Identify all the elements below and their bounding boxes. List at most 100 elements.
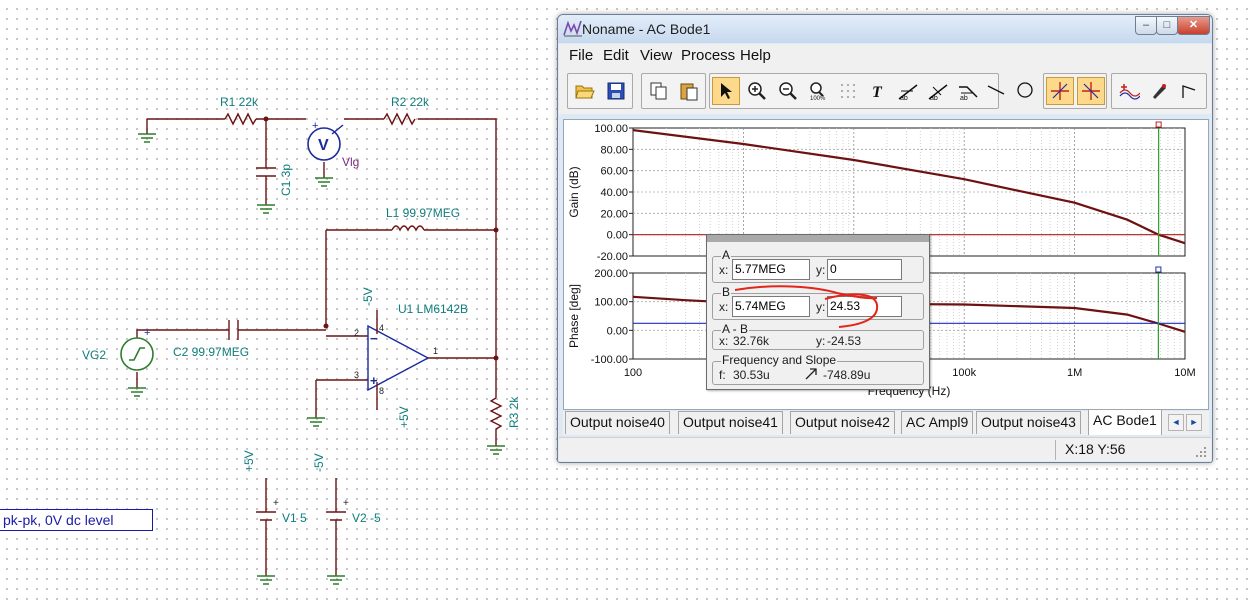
tab-scroll-left-icon[interactable]: ◄: [1168, 414, 1184, 431]
svg-text:+: +: [343, 498, 349, 509]
gain-ytick-label-0: 100.00: [594, 123, 628, 135]
menu-process[interactable]: Process: [681, 47, 735, 64]
arrow-icon[interactable]: [1175, 77, 1203, 105]
svg-text:+: +: [370, 373, 378, 388]
bode-plot-area[interactable]: 100.00 80.00 60.00 40.00 20.00 0.00 -20.00 Gain…: [563, 119, 1209, 410]
window-title: Noname - AC Bode1: [582, 21, 711, 37]
svg-text:V: V: [318, 137, 329, 154]
menu-help[interactable]: Help: [740, 47, 771, 64]
v1-rail-label: +5V: [242, 450, 256, 472]
output-tabs: Output noise40 Output noise41 Output noi…: [563, 409, 1209, 435]
svg-text:1: 1: [433, 346, 438, 356]
r2-label: R2 22k: [391, 95, 430, 109]
svg-text:T: T: [872, 84, 883, 100]
menu-bar: File Edit View Process Help: [559, 44, 1211, 68]
svg-text:ab: ab: [900, 95, 908, 101]
gain-ytick-label-1: 80.00: [600, 144, 628, 156]
toolbar-group-drawing: [1111, 73, 1207, 109]
gain-ytick-label-5: 0.00: [607, 230, 628, 242]
grid-icon[interactable]: [834, 77, 862, 105]
gain-cursor-handle-0: [1155, 121, 1162, 128]
tab-ac-bode1[interactable]: AC Bode1: [1088, 409, 1162, 435]
svg-text:ab: ab: [960, 95, 968, 101]
tab-output-noise41[interactable]: Output noise41: [678, 411, 783, 434]
cursor-marker-icon[interactable]: [1046, 77, 1074, 105]
ac-bode-window[interactable]: Noname - AC Bode1 ‒ □ ✕ File Edit View P…: [557, 14, 1213, 463]
status-separator: [1055, 440, 1056, 460]
x-tick-label-5: 10M: [1174, 367, 1195, 379]
svg-text:+: +: [144, 327, 150, 339]
copy-icon[interactable]: [645, 77, 673, 105]
toolbar: 100% T ab ab ab: [559, 68, 1211, 114]
tab-output-noise42[interactable]: Output noise42: [790, 411, 895, 434]
plus5-label: +5V: [397, 406, 411, 428]
cursor-marker-2-icon[interactable]: [1077, 77, 1105, 105]
toolbar-group-clipboard: [641, 73, 706, 109]
phase-ytick-label-2: 0.00: [607, 325, 628, 337]
pointer-icon[interactable]: [712, 77, 740, 105]
minimize-button[interactable]: ‒: [1135, 16, 1157, 35]
menu-file[interactable]: File: [569, 47, 593, 64]
svg-text:−: −: [370, 331, 378, 346]
tab-ac-ampl9[interactable]: AC Ampl9: [901, 411, 974, 434]
phase-ytick-label-3: -100.00: [591, 354, 628, 366]
x-tick-label-3: 100k: [952, 367, 976, 379]
c2-label: C2 99.97MEG: [173, 345, 249, 359]
gain-ytick-label-2: 60.00: [600, 166, 628, 178]
phase-ytick-label-0: 200.00: [594, 268, 628, 280]
status-coordinates: X:18 Y:56: [1065, 441, 1126, 457]
circle-icon[interactable]: [1011, 76, 1039, 104]
cursor-readout-panel[interactable]: A x: 5.77MEG y: 0 B x: 5.74MEG y: 24.53 …: [706, 234, 930, 390]
svg-text:ab: ab: [930, 95, 938, 101]
v1-label: V1 5: [282, 511, 307, 525]
phase-ytick-label-1: 100.00: [594, 297, 628, 309]
gain-ytick-label-3: 40.00: [600, 187, 628, 199]
tab-output-noise43[interactable]: Output noise43: [976, 411, 1081, 434]
line-icon[interactable]: [982, 76, 1010, 104]
zoom-out-icon[interactable]: [774, 77, 802, 105]
svg-text:100%: 100%: [810, 96, 826, 101]
phase-cursor-handle-0: [1155, 266, 1162, 273]
svg-text:4: 4: [379, 323, 384, 333]
tab-scroll-right-icon[interactable]: ►: [1186, 414, 1202, 431]
red-annotation-stroke: [734, 285, 879, 328]
signal-generator-vg2[interactable]: [120, 337, 154, 371]
cursor-a-icon[interactable]: ab: [894, 77, 922, 105]
vlg-label: Vlg: [342, 155, 359, 169]
svg-text:+: +: [312, 120, 318, 132]
menu-view[interactable]: View: [640, 47, 672, 64]
save-icon[interactable]: [602, 77, 630, 105]
gain-ytick-label-6: -20.00: [597, 251, 628, 263]
paste-icon[interactable]: [675, 77, 703, 105]
generator-note-box[interactable]: pk-pk, 0V dc level: [0, 509, 153, 531]
cursor-b-icon[interactable]: ab: [924, 77, 952, 105]
maximize-button[interactable]: □: [1156, 16, 1178, 35]
open-icon[interactable]: [571, 77, 599, 105]
gain-ytick-label-4: 20.00: [600, 208, 628, 220]
toolbar-group-tools: 100% T ab ab ab: [709, 73, 999, 109]
menu-edit[interactable]: Edit: [603, 47, 629, 64]
tab-output-noise40[interactable]: Output noise40: [565, 411, 670, 434]
c1-label: C1 3p: [279, 164, 293, 196]
l1-label: L1 99.97MEG: [386, 206, 460, 220]
cursor-c-icon[interactable]: ab: [954, 77, 982, 105]
toolbar-group-file: [567, 73, 633, 109]
vg2-label: VG2: [82, 348, 106, 362]
text-icon[interactable]: T: [864, 77, 892, 105]
pen-icon[interactable]: [1145, 77, 1173, 105]
title-bar[interactable]: Noname - AC Bode1 ‒ □ ✕: [558, 15, 1212, 43]
u1-label: U1 LM6142B: [398, 302, 468, 316]
toolbar-group-cursors: [1043, 73, 1107, 109]
v2-label: V2 -5: [352, 511, 381, 525]
zoom-100-icon[interactable]: 100%: [804, 77, 832, 105]
resize-grip-icon[interactable]: [1195, 446, 1207, 458]
zoom-in-icon[interactable]: [743, 77, 771, 105]
curves-icon[interactable]: [1115, 77, 1143, 105]
minus5-label: -5V: [361, 287, 375, 306]
r1-label: R1 22k: [220, 95, 259, 109]
close-button[interactable]: ✕: [1177, 16, 1210, 35]
gain-ylabel: Gain (dB): [567, 166, 581, 217]
phase-ylabel: Phase [deg]: [567, 284, 581, 348]
svg-text:3: 3: [354, 370, 359, 380]
v2-rail-label: -5V: [312, 453, 326, 472]
